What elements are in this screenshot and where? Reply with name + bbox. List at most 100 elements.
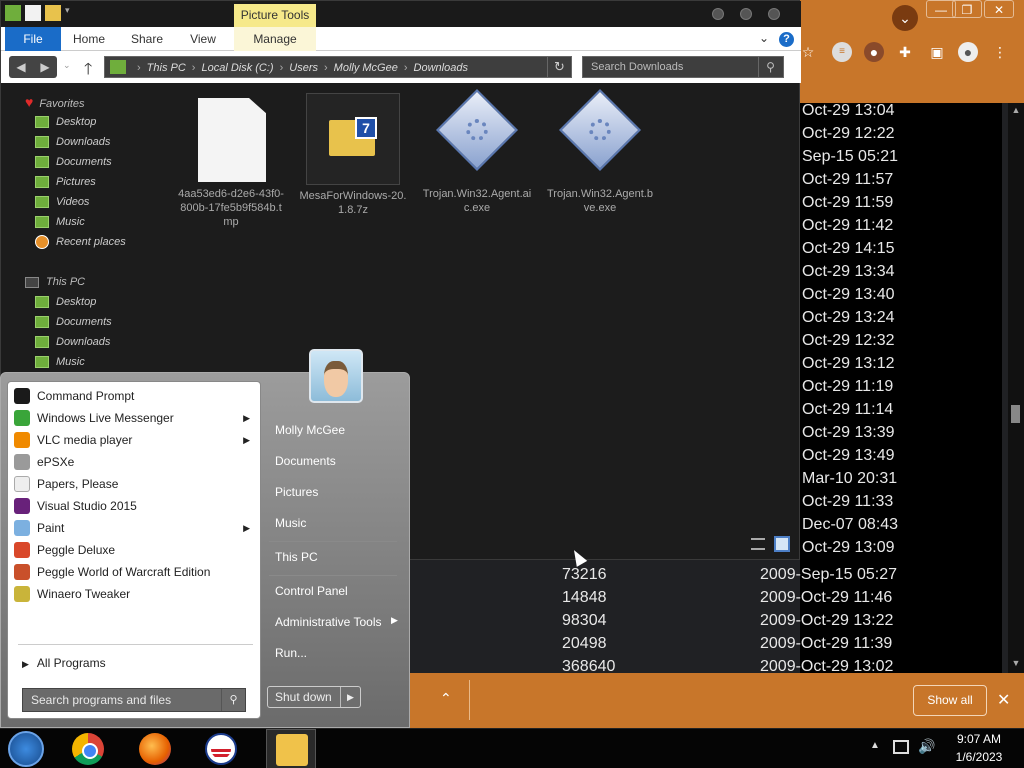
nav-fav-desktop[interactable]: Desktop: [35, 112, 96, 132]
program-item[interactable]: Papers, Please: [14, 473, 254, 495]
program-item[interactable]: VLC media player ▶: [14, 429, 254, 451]
start-run[interactable]: Run...: [275, 646, 307, 660]
search-programs-input[interactable]: Search programs and files ⚲: [22, 688, 246, 712]
search-icon[interactable]: ⚲: [758, 57, 782, 77]
tab-file[interactable]: File: [5, 27, 61, 51]
chevron-up-icon[interactable]: ⌃: [440, 690, 452, 707]
search-icon[interactable]: ⚲: [221, 689, 245, 711]
details-view-icon[interactable]: [751, 538, 765, 550]
program-item[interactable]: Windows Live Messenger ▶: [14, 407, 254, 429]
explorer-close-button[interactable]: [768, 8, 780, 20]
search-downloads-input[interactable]: Search Downloads: [582, 56, 784, 78]
program-item[interactable]: Peggle World of Warcraft Edition: [14, 561, 254, 583]
up-arrow-icon[interactable]: 🡑: [84, 58, 92, 85]
folder-icon[interactable]: [5, 5, 21, 21]
scroll-down-arrow-icon[interactable]: ▼: [1010, 658, 1022, 670]
nav-fav-downloads[interactable]: Downloads: [35, 132, 110, 152]
nav-pc-downloads[interactable]: Downloads: [35, 332, 110, 352]
nav-pc-downloads-label: Downloads: [56, 336, 111, 348]
nav-pc-desktop[interactable]: Desktop: [35, 292, 96, 312]
nav-this-pc[interactable]: This PC: [25, 272, 85, 292]
breadcrumb-4[interactable]: Downloads: [414, 57, 468, 79]
nav-fav-videos[interactable]: Videos: [35, 192, 89, 212]
ribbon-expand-chevron-icon[interactable]: ⌄: [759, 31, 769, 45]
tab-share[interactable]: Share: [128, 27, 166, 51]
all-programs-item[interactable]: ▶ All Programs: [22, 656, 106, 670]
close-button[interactable]: ✕: [984, 0, 1014, 18]
firefox-taskbar-icon[interactable]: [139, 733, 171, 765]
chrome-menu-icon[interactable]: ⋮: [990, 42, 1010, 62]
file-item[interactable]: Trojan.Win32.Agent.aic.exe: [422, 88, 532, 215]
nav-fav-recent-places[interactable]: Recent places: [35, 232, 126, 252]
nav-fav-pictures[interactable]: Pictures: [35, 172, 96, 192]
explorer-minimize-button[interactable]: [712, 8, 724, 20]
chrome-tab-search-button[interactable]: ⌄: [892, 5, 918, 31]
start-this-pc[interactable]: This PC: [275, 550, 318, 564]
chrome-taskbar-icon[interactable]: [72, 733, 104, 765]
start-orb-icon[interactable]: [8, 731, 44, 767]
profile-extension-icon[interactable]: ●: [864, 42, 884, 62]
tab-home[interactable]: Home: [71, 27, 107, 51]
large-icons-view-icon[interactable]: [774, 536, 790, 552]
side-panel-icon[interactable]: ▣: [927, 42, 947, 62]
volume-icon[interactable]: 🔊: [918, 738, 935, 755]
nav-pc-documents[interactable]: Documents: [35, 312, 112, 332]
network-icon[interactable]: [893, 740, 909, 754]
breadcrumb-0[interactable]: This PC: [147, 57, 186, 79]
tab-manage[interactable]: Manage: [234, 27, 316, 51]
start-control-panel[interactable]: Control Panel: [275, 584, 348, 598]
breadcrumb-1[interactable]: Local Disk (C:): [201, 57, 273, 79]
close-shelf-icon[interactable]: ✕: [997, 690, 1010, 710]
bookmark-star-icon[interactable]: ☆: [798, 42, 818, 62]
recent-locations-dropdown-icon[interactable]: ⌄: [63, 60, 71, 71]
file-item[interactable]: 7 MesaForWindows-20.1.8.7z: [298, 93, 408, 217]
properties-icon[interactable]: [25, 5, 41, 21]
show-hidden-icons-icon[interactable]: ▲: [870, 740, 880, 751]
nav-favorites[interactable]: ♥ Favorites: [25, 92, 85, 112]
extension-icon[interactable]: ≡: [832, 42, 852, 62]
shut-down-options-arrow-icon[interactable]: ▶: [340, 687, 360, 707]
restore-button[interactable]: ❐: [952, 0, 982, 18]
start-music[interactable]: Music: [275, 516, 306, 530]
user-avatar[interactable]: [309, 349, 363, 403]
program-item[interactable]: Paint ▶: [14, 517, 254, 539]
nav-favorites-label: Favorites: [39, 98, 85, 110]
forward-arrow-icon[interactable]: ▶: [33, 56, 57, 78]
start-user-name[interactable]: Molly McGee: [275, 423, 345, 437]
refresh-icon[interactable]: ↻: [547, 57, 571, 77]
breadcrumb-3[interactable]: Molly McGee: [334, 57, 398, 79]
back-arrow-icon[interactable]: ◀: [9, 56, 33, 78]
clock-date[interactable]: 1/6/2023: [946, 750, 1012, 764]
program-item[interactable]: Winaero Tweaker: [14, 583, 254, 605]
address-bar[interactable]: › This PC › Local Disk (C:) › Users › Molly McG…: [104, 56, 572, 78]
tab-view[interactable]: View: [188, 27, 218, 51]
nav-fav-music[interactable]: Music: [35, 212, 85, 232]
show-all-button[interactable]: Show all: [913, 685, 987, 716]
page-scrollbar[interactable]: ▲ ▼: [1008, 103, 1024, 673]
file-item[interactable]: Trojan.Win32.Agent.bve.exe: [545, 88, 655, 215]
program-item[interactable]: ePSXe: [14, 451, 254, 473]
help-icon[interactable]: ?: [779, 32, 794, 47]
program-item[interactable]: Visual Studio 2015: [14, 495, 254, 517]
start-administrative-tools[interactable]: Administrative Tools ▶: [275, 615, 398, 629]
start-documents[interactable]: Documents: [275, 454, 336, 468]
program-item[interactable]: Command Prompt: [14, 385, 254, 407]
start-pictures[interactable]: Pictures: [275, 485, 318, 499]
new-folder-icon[interactable]: [45, 5, 61, 21]
explorer-taskbar-button[interactable]: [266, 729, 316, 768]
campaign-logo-taskbar-icon[interactable]: [205, 733, 237, 765]
nav-pc-music[interactable]: Music: [35, 352, 85, 372]
file-item[interactable]: 4aa53ed6-d2e6-43f0-800b-17fe5b9f584b.tmp: [176, 93, 286, 229]
shut-down-button[interactable]: Shut down ▶: [267, 686, 361, 708]
explorer-maximize-button[interactable]: [740, 8, 752, 20]
extensions-puzzle-icon[interactable]: ✚: [895, 42, 915, 62]
customize-dropdown-icon[interactable]: ▾: [65, 5, 81, 21]
nav-fav-documents[interactable]: Documents: [35, 152, 112, 172]
breadcrumb-2[interactable]: Users: [289, 57, 318, 79]
scroll-thumb[interactable]: [1011, 405, 1020, 423]
file-explorer-taskbar-icon[interactable]: [276, 734, 308, 766]
scroll-up-arrow-icon[interactable]: ▲: [1010, 105, 1022, 117]
program-item[interactable]: Peggle Deluxe: [14, 539, 254, 561]
clock-time[interactable]: 9:07 AM: [946, 732, 1012, 746]
profile-avatar-icon[interactable]: ●: [958, 42, 978, 62]
